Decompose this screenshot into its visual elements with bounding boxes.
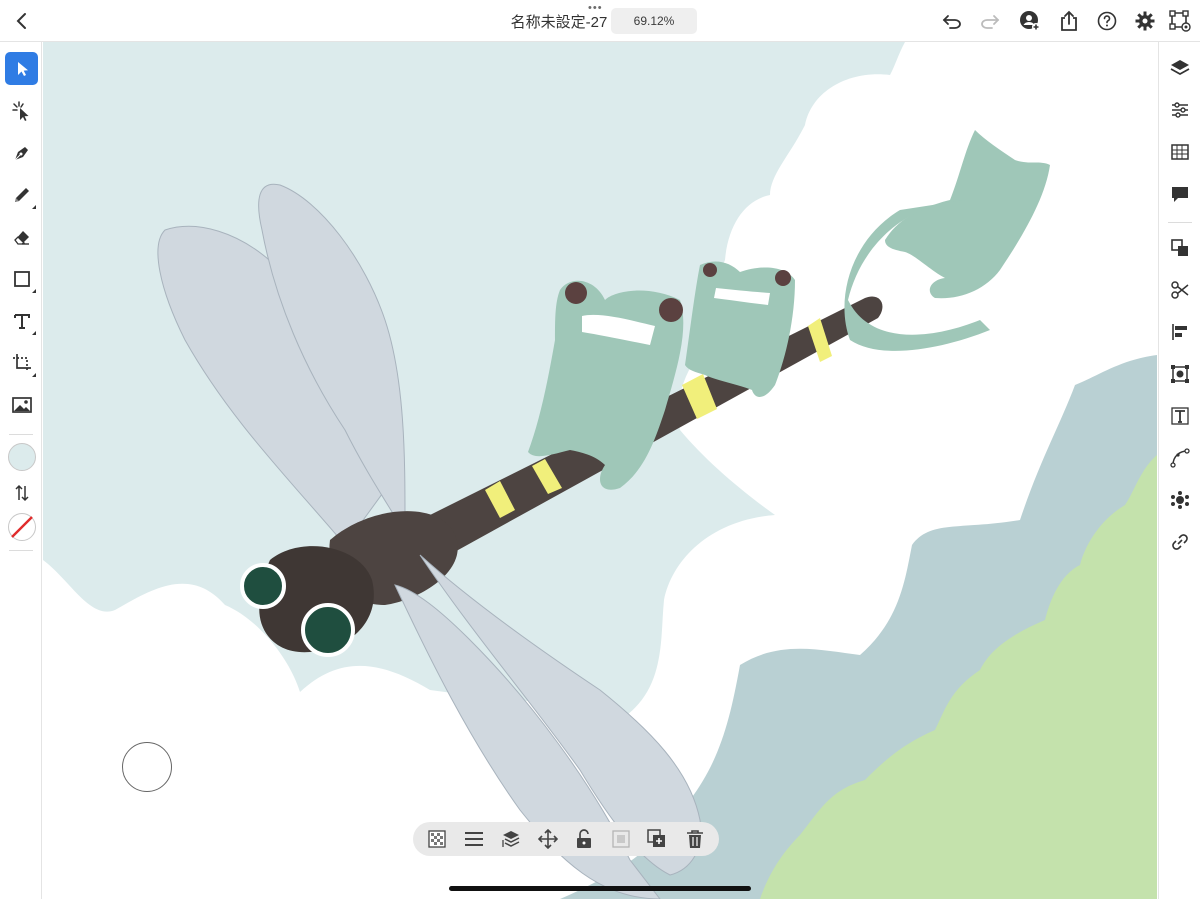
rectangle-tool[interactable] xyxy=(5,262,38,295)
trash-icon[interactable] xyxy=(684,828,706,850)
transform-icon[interactable] xyxy=(1168,362,1192,386)
rectangle-icon xyxy=(13,270,30,287)
eye xyxy=(240,563,286,609)
unlock-icon[interactable] xyxy=(573,828,595,850)
direct-selection-tool[interactable] xyxy=(5,94,38,127)
place-image-tool[interactable] xyxy=(5,388,38,421)
submenu-indicator xyxy=(32,289,36,293)
undo-icon[interactable] xyxy=(938,7,966,35)
frog-eye xyxy=(775,270,791,286)
duplicate-icon[interactable] xyxy=(646,828,668,850)
gear-icon[interactable] xyxy=(1131,7,1159,35)
left-toolbar xyxy=(0,42,42,899)
toolbar-divider xyxy=(9,550,33,551)
zoom-level[interactable]: 69.12% xyxy=(611,8,697,34)
frog-eye xyxy=(565,282,587,304)
share-icon[interactable] xyxy=(1055,7,1083,35)
swap-colors-icon[interactable] xyxy=(5,476,38,509)
comments-icon[interactable] xyxy=(1168,182,1192,206)
move-icon[interactable] xyxy=(537,828,559,850)
menu-lines-icon[interactable] xyxy=(463,828,485,850)
checkerboard-icon[interactable] xyxy=(426,828,448,850)
path-icon[interactable] xyxy=(1168,446,1192,470)
eye xyxy=(301,603,355,657)
pen-icon xyxy=(14,146,28,160)
crop-icon xyxy=(12,353,31,372)
submenu-indicator xyxy=(32,331,36,335)
image-placeholder-icon xyxy=(610,828,632,850)
eraser-tool[interactable] xyxy=(5,220,38,253)
quick-actions-bar xyxy=(413,822,719,856)
link-icon[interactable] xyxy=(1168,530,1192,554)
panel-divider xyxy=(1168,222,1192,223)
pen-tool[interactable] xyxy=(5,136,38,169)
submenu-indicator xyxy=(32,205,36,209)
submenu-indicator xyxy=(32,373,36,377)
pencil-tool[interactable] xyxy=(5,178,38,211)
pencil-icon xyxy=(14,187,29,202)
stroke-color-swatch[interactable] xyxy=(5,510,38,543)
fill-color-swatch[interactable] xyxy=(5,440,38,473)
brush-cursor xyxy=(122,742,172,792)
image-icon xyxy=(11,396,32,413)
type-icon xyxy=(13,313,30,329)
symbol-icon[interactable] xyxy=(1168,488,1192,512)
frog-eye xyxy=(703,263,717,277)
invite-user-icon[interactable] xyxy=(1016,7,1044,35)
type-tool[interactable] xyxy=(5,304,38,337)
frog-eye xyxy=(659,298,683,322)
toolbar-divider xyxy=(9,434,33,435)
artboard-canvas[interactable] xyxy=(43,42,1157,899)
swatches-icon[interactable] xyxy=(1168,140,1192,164)
back-chevron-icon[interactable] xyxy=(8,7,36,35)
touch-shortcut-icon[interactable] xyxy=(1166,7,1194,35)
redo-icon[interactable] xyxy=(976,7,1004,35)
scissors-icon[interactable] xyxy=(1168,278,1192,302)
selection-tool[interactable] xyxy=(5,52,38,85)
eraser-icon xyxy=(13,230,29,245)
direct-selection-icon xyxy=(11,100,28,121)
align-icon[interactable] xyxy=(1168,320,1192,344)
crop-tool[interactable] xyxy=(5,346,38,379)
properties-icon[interactable] xyxy=(1168,98,1192,122)
help-icon[interactable] xyxy=(1093,7,1121,35)
top-bar: ••• 名称未設定-27 69.12% xyxy=(0,0,1200,42)
right-panel xyxy=(1158,42,1200,899)
illustration[interactable] xyxy=(43,42,1157,899)
arrange-icon[interactable] xyxy=(1168,236,1192,260)
layer-order-icon[interactable] xyxy=(500,828,522,850)
layers-icon[interactable] xyxy=(1168,56,1192,80)
text-properties-icon[interactable] xyxy=(1168,404,1192,428)
home-indicator xyxy=(449,886,751,891)
selection-arrow-icon xyxy=(17,61,28,76)
